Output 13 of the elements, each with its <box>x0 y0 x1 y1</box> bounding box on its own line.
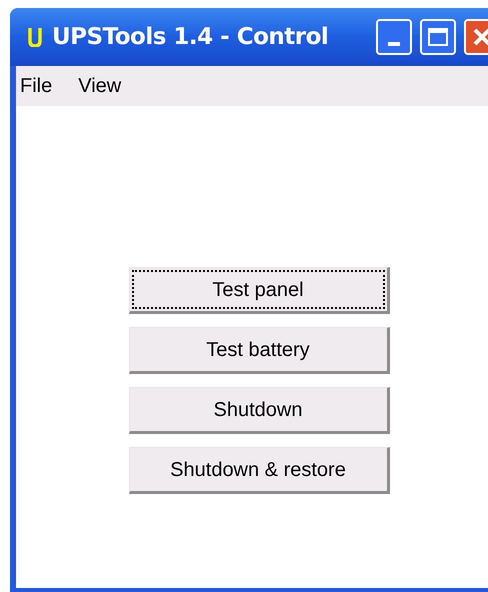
maximize-icon <box>428 28 448 46</box>
command-button[interactable]: Shutdown & restore <box>128 447 390 494</box>
menu-item[interactable]: File <box>19 71 54 101</box>
close-icon <box>472 27 488 47</box>
command-button[interactable]: Test battery <box>128 327 390 374</box>
menu-item[interactable]: View <box>77 71 122 101</box>
minimize-icon <box>388 42 400 46</box>
app-logo-icon <box>28 27 42 47</box>
command-button[interactable]: Shutdown <box>128 387 390 434</box>
maximize-button[interactable] <box>420 19 456 55</box>
command-button[interactable]: Test panel <box>128 267 390 314</box>
minimize-button[interactable] <box>376 19 412 55</box>
window-title: UPSTools 1.4 - Control <box>52 22 328 52</box>
